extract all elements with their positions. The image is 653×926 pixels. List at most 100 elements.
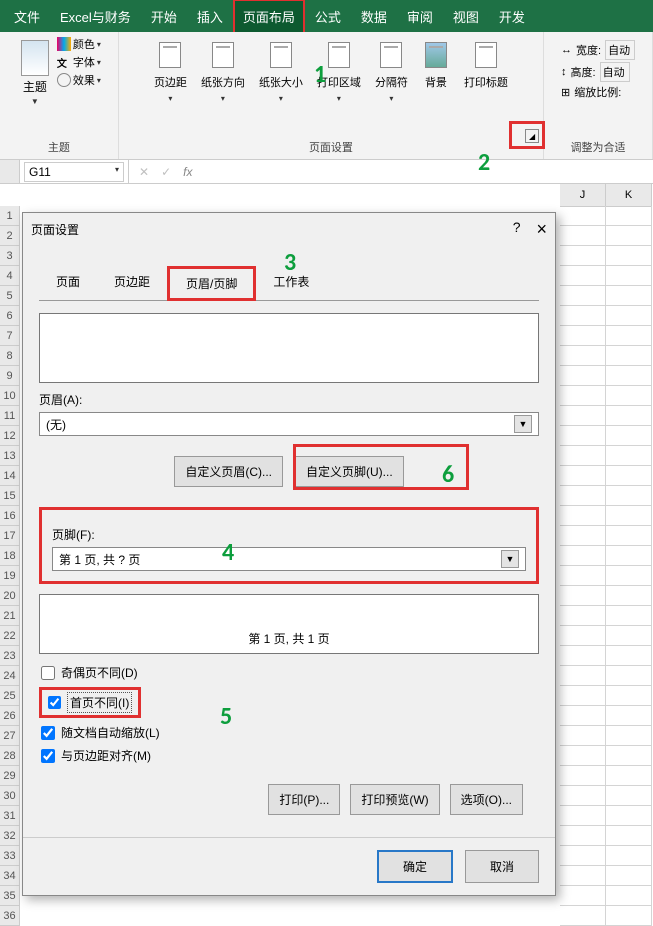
cell[interactable] bbox=[606, 906, 652, 926]
row-header[interactable]: 11 bbox=[0, 406, 19, 426]
cell[interactable] bbox=[606, 466, 652, 486]
cell[interactable] bbox=[560, 206, 606, 226]
row-header[interactable]: 23 bbox=[0, 646, 19, 666]
row-header[interactable]: 12 bbox=[0, 426, 19, 446]
row-header[interactable]: 13 bbox=[0, 446, 19, 466]
cell[interactable] bbox=[560, 786, 606, 806]
ok-button[interactable]: 确定 bbox=[377, 850, 453, 883]
enter-icon[interactable]: ✓ bbox=[161, 165, 171, 179]
cell[interactable] bbox=[560, 346, 606, 366]
align-margin-checkbox-row[interactable]: 与页边距对齐(M) bbox=[41, 747, 537, 764]
cell[interactable] bbox=[606, 666, 652, 686]
cell[interactable] bbox=[560, 386, 606, 406]
align-margin-checkbox[interactable] bbox=[41, 749, 55, 763]
column-header[interactable]: K bbox=[606, 184, 652, 206]
select-all-corner[interactable] bbox=[0, 160, 20, 183]
cell[interactable] bbox=[606, 746, 652, 766]
options-button[interactable]: 选项(O)... bbox=[450, 784, 523, 815]
row-header[interactable]: 21 bbox=[0, 606, 19, 626]
close-button[interactable]: × bbox=[536, 219, 547, 240]
cell[interactable] bbox=[606, 566, 652, 586]
row-header[interactable]: 16 bbox=[0, 506, 19, 526]
print-titles-button[interactable]: 打印标题 bbox=[458, 36, 514, 107]
cancel-button[interactable]: 取消 bbox=[465, 850, 539, 883]
colors-button[interactable]: 颜色 ▾ bbox=[57, 36, 101, 52]
help-button[interactable]: ? bbox=[513, 219, 521, 240]
odd-even-checkbox[interactable] bbox=[41, 666, 55, 680]
header-dropdown[interactable]: (无) ▼ bbox=[39, 412, 539, 436]
cell[interactable] bbox=[606, 226, 652, 246]
scale-zoom-row[interactable]: ⊞ 缩放比例: bbox=[561, 84, 635, 100]
cell[interactable] bbox=[606, 406, 652, 426]
row-header[interactable]: 14 bbox=[0, 466, 19, 486]
cell[interactable] bbox=[560, 706, 606, 726]
grid-cells[interactable] bbox=[560, 206, 652, 926]
cell[interactable] bbox=[606, 586, 652, 606]
cell[interactable] bbox=[560, 626, 606, 646]
fx-label[interactable]: fx bbox=[183, 165, 192, 179]
print-button[interactable]: 打印(P)... bbox=[268, 784, 340, 815]
cell[interactable] bbox=[606, 206, 652, 226]
row-header[interactable]: 35 bbox=[0, 886, 19, 906]
cell[interactable] bbox=[606, 386, 652, 406]
cell[interactable] bbox=[560, 406, 606, 426]
row-header[interactable]: 4 bbox=[0, 266, 19, 286]
cell[interactable] bbox=[560, 686, 606, 706]
print-area-button[interactable]: 打印区域 ▾ bbox=[311, 36, 367, 107]
background-button[interactable]: 背景 bbox=[416, 36, 456, 107]
tab-page[interactable]: 页面 bbox=[39, 266, 97, 301]
cell[interactable] bbox=[606, 366, 652, 386]
row-header[interactable]: 2 bbox=[0, 226, 19, 246]
cell[interactable] bbox=[606, 626, 652, 646]
cell[interactable] bbox=[606, 766, 652, 786]
cell[interactable] bbox=[606, 806, 652, 826]
menu-excel-finance[interactable]: Excel与财务 bbox=[50, 0, 141, 34]
scale-height-row[interactable]: ↕ 高度: 自动 bbox=[561, 62, 635, 82]
cell[interactable] bbox=[560, 586, 606, 606]
cell[interactable] bbox=[560, 446, 606, 466]
tab-header-footer[interactable]: 页眉/页脚 bbox=[167, 266, 256, 301]
cell[interactable] bbox=[606, 726, 652, 746]
row-header[interactable]: 9 bbox=[0, 366, 19, 386]
cell[interactable] bbox=[560, 286, 606, 306]
row-header[interactable]: 34 bbox=[0, 866, 19, 886]
row-header[interactable]: 6 bbox=[0, 306, 19, 326]
cell[interactable] bbox=[606, 326, 652, 346]
themes-button[interactable]: 主题 ▼ bbox=[17, 36, 53, 110]
cell[interactable] bbox=[606, 706, 652, 726]
custom-footer-button[interactable]: 自定义页脚(U)... bbox=[295, 456, 404, 487]
cell[interactable] bbox=[606, 646, 652, 666]
first-page-checkbox[interactable] bbox=[48, 696, 61, 709]
cell[interactable] bbox=[560, 846, 606, 866]
scale-doc-checkbox-row[interactable]: 随文档自动缩放(L) bbox=[41, 724, 537, 741]
name-box[interactable]: G11 ▾ bbox=[24, 162, 124, 182]
row-header[interactable]: 20 bbox=[0, 586, 19, 606]
row-header[interactable]: 28 bbox=[0, 746, 19, 766]
row-header[interactable]: 17 bbox=[0, 526, 19, 546]
row-header[interactable]: 24 bbox=[0, 666, 19, 686]
cell[interactable] bbox=[606, 246, 652, 266]
cell[interactable] bbox=[606, 506, 652, 526]
cancel-icon[interactable]: ✕ bbox=[139, 165, 149, 179]
row-header[interactable]: 27 bbox=[0, 726, 19, 746]
menu-insert[interactable]: 插入 bbox=[187, 0, 233, 34]
cell[interactable] bbox=[560, 506, 606, 526]
cell[interactable] bbox=[606, 266, 652, 286]
row-header[interactable]: 1 bbox=[0, 206, 19, 226]
cell[interactable] bbox=[606, 546, 652, 566]
row-header[interactable]: 3 bbox=[0, 246, 19, 266]
cell[interactable] bbox=[560, 466, 606, 486]
scale-doc-checkbox[interactable] bbox=[41, 726, 55, 740]
size-button[interactable]: 纸张大小 ▾ bbox=[253, 36, 309, 107]
row-header[interactable]: 10 bbox=[0, 386, 19, 406]
row-header[interactable]: 25 bbox=[0, 686, 19, 706]
cell[interactable] bbox=[606, 786, 652, 806]
cell[interactable] bbox=[606, 846, 652, 866]
cell[interactable] bbox=[560, 726, 606, 746]
cell[interactable] bbox=[560, 606, 606, 626]
cell[interactable] bbox=[606, 426, 652, 446]
breaks-button[interactable]: 分隔符 ▾ bbox=[369, 36, 414, 107]
cell[interactable] bbox=[560, 826, 606, 846]
tab-margins[interactable]: 页边距 bbox=[97, 266, 167, 301]
cell[interactable] bbox=[560, 766, 606, 786]
